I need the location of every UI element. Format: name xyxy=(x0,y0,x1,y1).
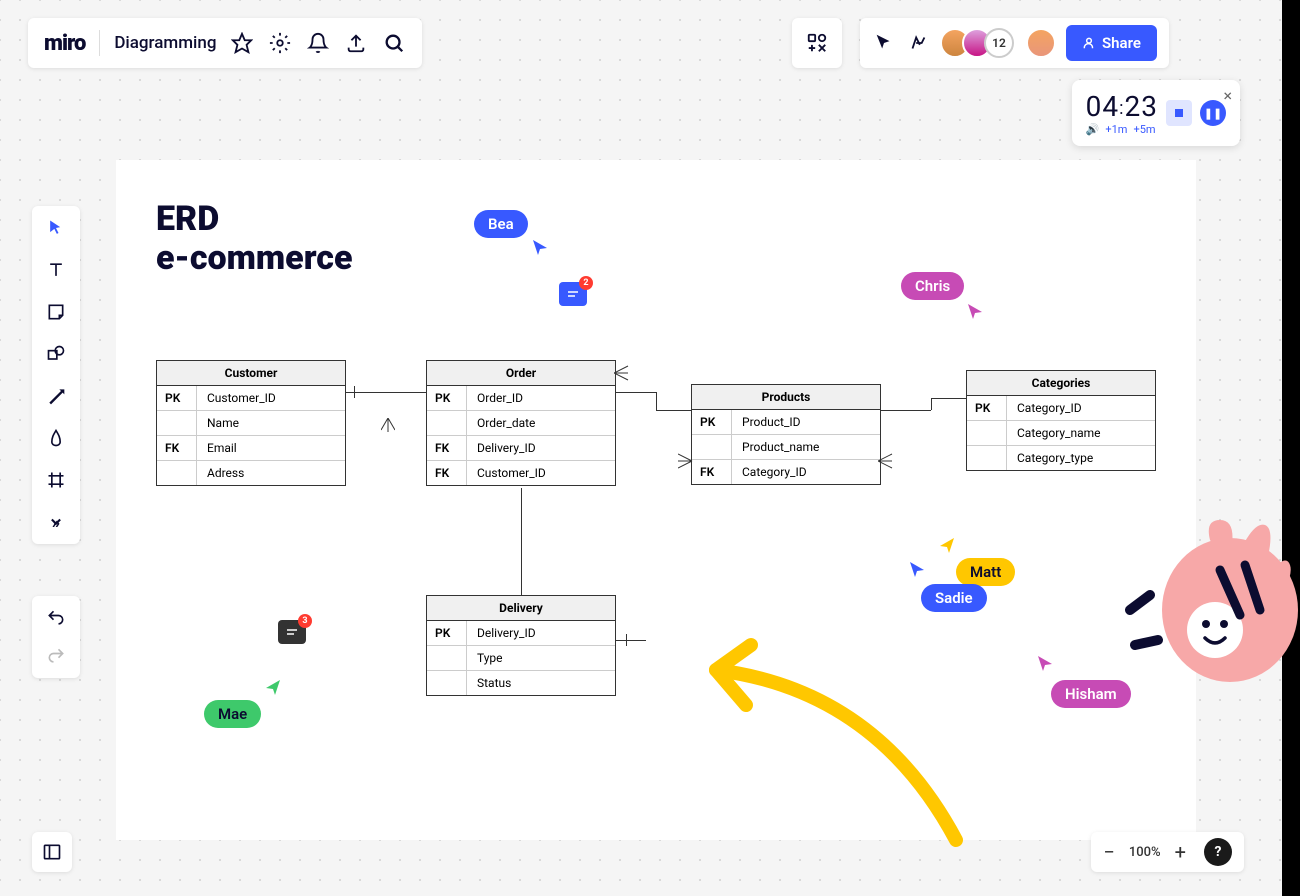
crowfoot-icon xyxy=(678,452,696,470)
history-toolbar xyxy=(32,596,80,678)
undo-button[interactable] xyxy=(44,606,68,630)
star-icon[interactable] xyxy=(230,31,254,55)
cursor-icon xyxy=(531,238,549,256)
shape-tool[interactable] xyxy=(44,342,68,366)
more-tools[interactable]: » xyxy=(44,510,68,534)
avatar-self[interactable] xyxy=(1026,28,1056,58)
connector xyxy=(346,392,426,393)
comment-bubble[interactable]: 3 xyxy=(278,620,306,644)
connector xyxy=(616,392,656,393)
crowfoot-icon xyxy=(614,364,632,382)
divider xyxy=(99,30,100,56)
share-label: Share xyxy=(1102,34,1141,52)
share-button[interactable]: Share xyxy=(1066,25,1157,61)
connector xyxy=(656,410,691,411)
arrow-tool[interactable] xyxy=(44,384,68,408)
cursor-mode-icon[interactable] xyxy=(872,31,896,55)
topbar-right: 12 Share xyxy=(860,18,1169,68)
apps-button[interactable] xyxy=(792,18,842,68)
connector xyxy=(656,392,657,410)
frames-panel-button[interactable] xyxy=(32,832,72,872)
connector xyxy=(616,640,646,641)
reactions-icon[interactable] xyxy=(906,31,930,55)
comment-bubble[interactable]: 2 xyxy=(559,282,587,306)
arrow-sticker[interactable] xyxy=(676,630,976,850)
cursor-icon xyxy=(938,536,956,554)
cursor-sadie: Sadie xyxy=(921,584,987,612)
timer-close-button[interactable]: × xyxy=(1223,86,1232,105)
frame-tool[interactable] xyxy=(44,468,68,492)
connector xyxy=(626,634,627,646)
zoom-controls: − 100% + ? xyxy=(1091,832,1244,872)
cursor-icon xyxy=(264,678,282,696)
comment-count: 3 xyxy=(298,614,312,628)
entity-categories[interactable]: Categories PKCategory_ID Category_name C… xyxy=(966,370,1156,471)
connector xyxy=(931,398,932,410)
entity-order[interactable]: Order PKOrder_ID Order_date FKDelivery_I… xyxy=(426,360,616,486)
export-icon[interactable] xyxy=(344,31,368,55)
timer-pause-button[interactable]: ❚❚ xyxy=(1200,100,1226,126)
zoom-in-button[interactable]: + xyxy=(1175,840,1186,864)
select-tool[interactable] xyxy=(44,216,68,240)
topbar-left: miro Diagramming xyxy=(28,18,422,68)
timer-value: 04:23 xyxy=(1086,90,1158,123)
board-name[interactable]: Diagramming xyxy=(114,33,216,53)
timer-stop-button[interactable] xyxy=(1166,100,1192,126)
comment-count: 2 xyxy=(579,276,593,290)
cursor-matt: Matt xyxy=(956,558,1015,586)
participants[interactable]: 12 xyxy=(940,28,1056,58)
entity-delivery[interactable]: Delivery PKDelivery_ID Type Status xyxy=(426,595,616,696)
search-icon[interactable] xyxy=(382,31,406,55)
cursor-icon xyxy=(908,560,926,578)
cursor-icon xyxy=(966,302,984,320)
zoom-value[interactable]: 100% xyxy=(1129,845,1161,860)
cursor-chris: Chris xyxy=(901,272,964,300)
ok-hand-sticker[interactable] xyxy=(1110,510,1300,700)
connector xyxy=(931,398,966,399)
cursor-bea: Bea xyxy=(474,210,528,238)
logo[interactable]: miro xyxy=(44,31,85,56)
timer-plus1[interactable]: +1m xyxy=(1105,123,1127,136)
participant-count[interactable]: 12 xyxy=(984,28,1014,58)
canvas-frame[interactable]: ERD e-commerce Customer PKCustomer_ID Na… xyxy=(116,160,1196,840)
bell-icon[interactable] xyxy=(306,31,330,55)
entity-products[interactable]: Products PKProduct_ID Product_name FKCat… xyxy=(691,384,881,485)
text-tool[interactable] xyxy=(44,258,68,282)
entity-customer[interactable]: Customer PKCustomer_ID Name FKEmail Adre… xyxy=(156,360,346,486)
timer-plus5[interactable]: +5m xyxy=(1133,123,1155,136)
settings-icon[interactable] xyxy=(268,31,292,55)
timer-panel: 04:23 🔊 +1m +5m ❚❚ × xyxy=(1072,80,1240,146)
connector xyxy=(881,410,931,411)
pen-tool[interactable] xyxy=(44,426,68,450)
diagram-title: ERD e-commerce xyxy=(156,200,352,278)
sticky-tool[interactable] xyxy=(44,300,68,324)
crowfoot-icon xyxy=(381,418,395,448)
redo-button[interactable] xyxy=(44,644,68,668)
connector xyxy=(354,386,355,398)
toolbar: » xyxy=(32,206,80,544)
cursor-mae: Mae xyxy=(204,700,261,728)
cursor-icon xyxy=(1036,654,1054,672)
zoom-out-button[interactable]: − xyxy=(1103,840,1114,864)
help-button[interactable]: ? xyxy=(1204,838,1232,866)
window-edge xyxy=(1282,0,1300,896)
crowfoot-icon xyxy=(878,452,896,470)
sound-icon[interactable]: 🔊 xyxy=(1086,123,1100,136)
connector xyxy=(521,488,522,595)
